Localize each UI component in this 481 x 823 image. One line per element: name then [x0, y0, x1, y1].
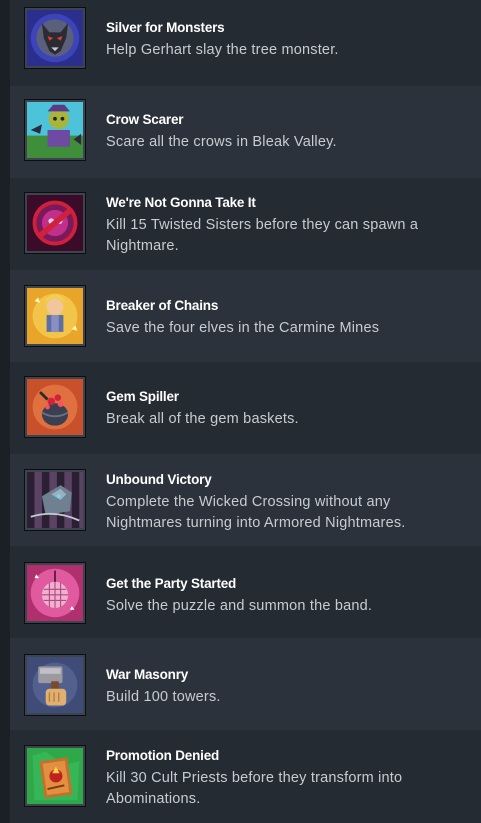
achievement-title: We're Not Gonna Take It: [106, 195, 256, 210]
cult-scroll-icon: [25, 746, 85, 806]
achievement-row: Breaker of Chains Save the four elves in…: [10, 270, 481, 362]
achievement-row: Gem Spiller Break all of the gem baskets…: [10, 362, 481, 454]
achievement-title: Get the Party Started: [106, 576, 237, 591]
achievement-title: Unbound Victory: [106, 472, 212, 487]
achievement-list: Silver for Monsters Help Gerhart slay th…: [0, 0, 481, 823]
achievement-description: Complete the Wicked Crossing without any…: [106, 494, 406, 531]
achievement-row: Promotion Denied Kill 30 Cult Priests be…: [10, 730, 481, 823]
elf-icon: [25, 286, 85, 346]
achievement-title: Breaker of Chains: [106, 298, 219, 313]
achievement-description: Kill 15 Twisted Sisters before they can …: [106, 217, 419, 254]
hammer-fist-icon: [25, 655, 85, 715]
wolf-medallion-icon: [25, 8, 85, 68]
disco-ball-icon: [25, 563, 85, 623]
achievement-title: Crow Scarer: [106, 112, 184, 127]
achievement-row: War Masonry Build 100 towers.: [10, 638, 481, 730]
achievement-row: Silver for Monsters Help Gerhart slay th…: [10, 0, 481, 86]
achievement-description: Kill 30 Cult Priests before they transfo…: [106, 770, 403, 807]
scarecrow-icon: [25, 100, 85, 160]
achievement-title: Gem Spiller: [106, 389, 179, 404]
achievement-row: Crow Scarer Scare all the crows in Bleak…: [10, 86, 481, 178]
twisted-sister-icon: [25, 193, 85, 253]
gem-basket-icon: [25, 377, 85, 437]
achievement-title: Promotion Denied: [106, 748, 220, 763]
achievement-description: Help Gerhart slay the tree monster.: [106, 42, 339, 58]
achievement-row: We're Not Gonna Take It Kill 15 Twisted …: [10, 178, 481, 270]
armored-nightmare-icon: [25, 470, 85, 530]
achievement-description: Break all of the gem baskets.: [106, 411, 299, 427]
achievement-title: Silver for Monsters: [106, 20, 225, 35]
achievement-description: Solve the puzzle and summon the band.: [106, 598, 373, 614]
achievement-row: Unbound Victory Complete the Wicked Cros…: [10, 454, 481, 546]
achievement-description: Scare all the crows in Bleak Valley.: [106, 134, 337, 150]
achievement-title: War Masonry: [106, 667, 189, 682]
achievement-row: Get the Party Started Solve the puzzle a…: [10, 546, 481, 638]
achievement-description: Build 100 towers.: [106, 689, 221, 705]
achievement-description: Save the four elves in the Carmine Mines: [106, 320, 380, 336]
